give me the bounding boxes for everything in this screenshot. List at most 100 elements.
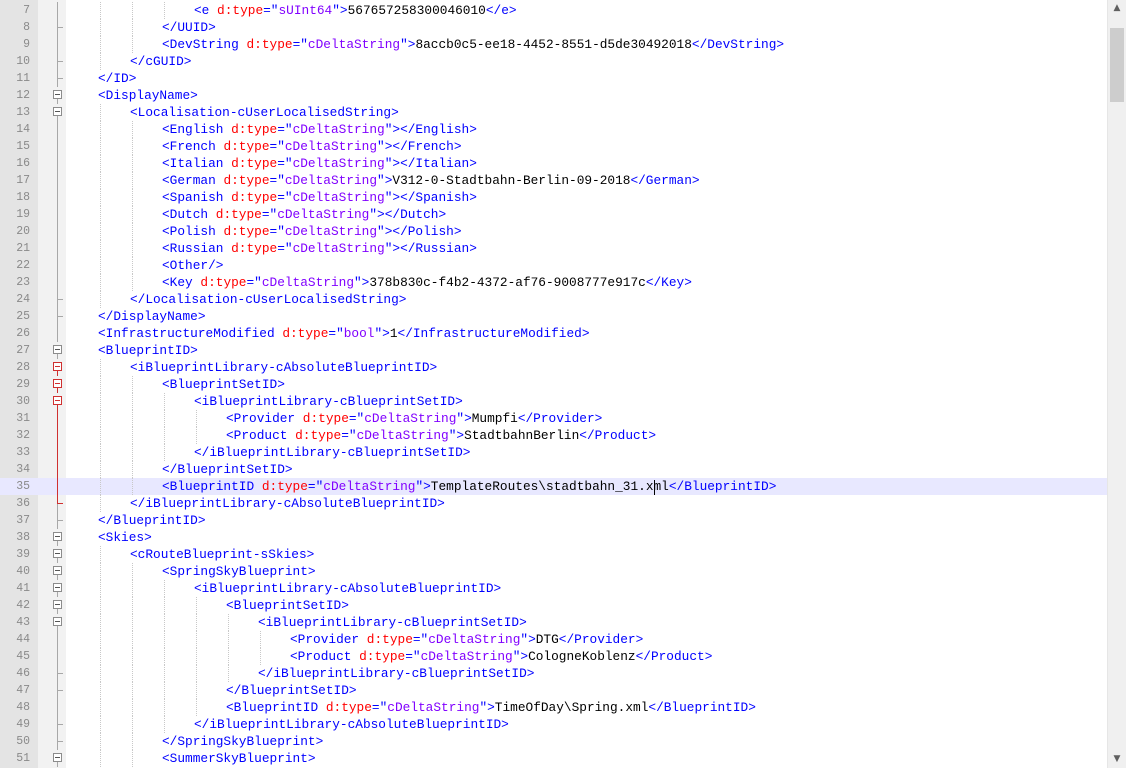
- code-line[interactable]: 47 </BlueprintSetID>: [0, 682, 1107, 699]
- code-line[interactable]: 13 <Localisation-cUserLocalisedString>: [0, 104, 1107, 121]
- code-text[interactable]: <BlueprintSetID>: [226, 597, 349, 614]
- code-text[interactable]: <cRouteBlueprint-sSkies>: [130, 546, 314, 563]
- code-text[interactable]: <iBlueprintLibrary-cAbsoluteBlueprintID>: [130, 359, 437, 376]
- code-line[interactable]: 25 </DisplayName>: [0, 308, 1107, 325]
- fold-toggle-icon[interactable]: [53, 617, 62, 626]
- fold-toggle-icon[interactable]: [53, 362, 62, 371]
- code-line[interactable]: 7 <e d:type="sUInt64">567657258300046010<…: [0, 2, 1107, 19]
- code-line[interactable]: 24 </Localisation-cUserLocalisedString>: [0, 291, 1107, 308]
- code-text[interactable]: <DevString d:type="cDeltaString">8accb0c…: [162, 36, 784, 53]
- code-text[interactable]: </BlueprintSetID>: [226, 682, 357, 699]
- code-line[interactable]: 14 <English d:type="cDeltaString"></Engli…: [0, 121, 1107, 138]
- fold-toggle-icon[interactable]: [53, 345, 62, 354]
- code-text[interactable]: </Localisation-cUserLocalisedString>: [130, 291, 406, 308]
- code-line[interactable]: 33 </iBlueprintLibrary-cBlueprintSetID>: [0, 444, 1107, 461]
- code-text[interactable]: <iBlueprintLibrary-cAbsoluteBlueprintID>: [194, 580, 501, 597]
- code-line[interactable]: 41 <iBlueprintLibrary-cAbsoluteBlueprintI…: [0, 580, 1107, 597]
- code-text[interactable]: <Other/>: [162, 257, 223, 274]
- code-line[interactable]: 8 </UUID>: [0, 19, 1107, 36]
- code-line[interactable]: 29 <BlueprintSetID>: [0, 376, 1107, 393]
- code-line[interactable]: 30 <iBlueprintLibrary-cBlueprintSetID>: [0, 393, 1107, 410]
- code-text[interactable]: <Dutch d:type="cDeltaString"></Dutch>: [162, 206, 446, 223]
- fold-toggle-icon[interactable]: [53, 583, 62, 592]
- fold-toggle-icon[interactable]: [53, 549, 62, 558]
- code-text[interactable]: <Provider d:type="cDeltaString">DTG</Pro…: [290, 631, 643, 648]
- fold-toggle-icon[interactable]: [53, 566, 62, 575]
- code-line[interactable]: 12 <DisplayName>: [0, 87, 1107, 104]
- code-text[interactable]: <Provider d:type="cDeltaString">Mumpfi</…: [226, 410, 602, 427]
- code-line[interactable]: 11 </ID>: [0, 70, 1107, 87]
- code-text[interactable]: <Localisation-cUserLocalisedString>: [130, 104, 399, 121]
- code-text[interactable]: <Russian d:type="cDeltaString"></Russian…: [162, 240, 477, 257]
- code-line[interactable]: 22 <Other/>: [0, 257, 1107, 274]
- code-line[interactable]: 36 </iBlueprintLibrary-cAbsoluteBlueprint…: [0, 495, 1107, 512]
- code-text[interactable]: </iBlueprintLibrary-cAbsoluteBlueprintID…: [194, 716, 509, 733]
- code-text[interactable]: <e d:type="sUInt64">567657258300046010</…: [194, 2, 517, 19]
- code-line[interactable]: 28 <iBlueprintLibrary-cAbsoluteBlueprintI…: [0, 359, 1107, 376]
- code-line[interactable]: 43 <iBlueprintLibrary-cBlueprintSetID>: [0, 614, 1107, 631]
- code-line[interactable]: 35 <BlueprintID d:type="cDeltaString">Tem…: [0, 478, 1107, 495]
- code-text[interactable]: <French d:type="cDeltaString"></French>: [162, 138, 462, 155]
- code-text[interactable]: </BlueprintSetID>: [162, 461, 293, 478]
- code-text[interactable]: </UUID>: [162, 19, 216, 36]
- fold-toggle-icon[interactable]: [53, 90, 62, 99]
- code-text[interactable]: </cGUID>: [130, 53, 191, 70]
- code-text[interactable]: <DisplayName>: [98, 87, 198, 104]
- chevron-up-icon[interactable]: ▲: [1108, 0, 1126, 17]
- code-text[interactable]: <BlueprintID d:type="cDeltaString">TimeO…: [226, 699, 756, 716]
- code-text[interactable]: </DisplayName>: [98, 308, 206, 325]
- code-text[interactable]: <BlueprintID d:type="cDeltaString">Templ…: [162, 478, 776, 495]
- code-text[interactable]: <BlueprintID>: [98, 342, 198, 359]
- code-text[interactable]: </iBlueprintLibrary-cBlueprintSetID>: [194, 444, 470, 461]
- code-line[interactable]: 48 <BlueprintID d:type="cDeltaString">Tim…: [0, 699, 1107, 716]
- code-text[interactable]: </SpringSkyBlueprint>: [162, 733, 323, 750]
- code-text[interactable]: <Spanish d:type="cDeltaString"></Spanish…: [162, 189, 477, 206]
- fold-toggle-icon[interactable]: [53, 107, 62, 116]
- code-line[interactable]: 10 </cGUID>: [0, 53, 1107, 70]
- code-line[interactable]: 15 <French d:type="cDeltaString"></French…: [0, 138, 1107, 155]
- code-line[interactable]: 31 <Provider d:type="cDeltaString">Mumpfi…: [0, 410, 1107, 427]
- code-line[interactable]: 42 <BlueprintSetID>: [0, 597, 1107, 614]
- code-text[interactable]: <Polish d:type="cDeltaString"></Polish>: [162, 223, 462, 240]
- code-line[interactable]: 49 </iBlueprintLibrary-cAbsoluteBlueprint…: [0, 716, 1107, 733]
- fold-toggle-icon[interactable]: [53, 532, 62, 541]
- fold-toggle-icon[interactable]: [53, 379, 62, 388]
- code-line[interactable]: 18 <Spanish d:type="cDeltaString"></Spani…: [0, 189, 1107, 206]
- code-line[interactable]: 20 <Polish d:type="cDeltaString"></Polish…: [0, 223, 1107, 240]
- code-text[interactable]: </ID>: [98, 70, 136, 87]
- code-line[interactable]: 50 </SpringSkyBlueprint>: [0, 733, 1107, 750]
- code-line[interactable]: 51 <SummerSkyBlueprint>: [0, 750, 1107, 767]
- code-text[interactable]: <Skies>: [98, 529, 152, 546]
- code-text[interactable]: <BlueprintSetID>: [162, 376, 285, 393]
- code-text[interactable]: <iBlueprintLibrary-cBlueprintSetID>: [258, 614, 527, 631]
- code-line[interactable]: 39 <cRouteBlueprint-sSkies>: [0, 546, 1107, 563]
- code-line[interactable]: 21 <Russian d:type="cDeltaString"></Russi…: [0, 240, 1107, 257]
- code-line[interactable]: 34 </BlueprintSetID>: [0, 461, 1107, 478]
- code-line[interactable]: 37 </BlueprintID>: [0, 512, 1107, 529]
- code-text[interactable]: <SummerSkyBlueprint>: [162, 750, 316, 767]
- code-line[interactable]: 19 <Dutch d:type="cDeltaString"></Dutch>: [0, 206, 1107, 223]
- code-text[interactable]: </BlueprintID>: [98, 512, 206, 529]
- code-text[interactable]: <Product d:type="cDeltaString">Stadtbahn…: [226, 427, 656, 444]
- code-text[interactable]: <SpringSkyBlueprint>: [162, 563, 316, 580]
- code-text[interactable]: <German d:type="cDeltaString">V312-0-Sta…: [162, 172, 700, 189]
- chevron-down-icon[interactable]: ▼: [1108, 751, 1126, 768]
- code-text[interactable]: </iBlueprintLibrary-cAbsoluteBlueprintID…: [130, 495, 445, 512]
- code-line[interactable]: 23 <Key d:type="cDeltaString">378b830c-f4…: [0, 274, 1107, 291]
- text-editor[interactable]: 7 <e d:type="sUInt64">567657258300046010<…: [0, 0, 1107, 768]
- fold-toggle-icon[interactable]: [53, 396, 62, 405]
- code-line[interactable]: 38 <Skies>: [0, 529, 1107, 546]
- code-line[interactable]: 40 <SpringSkyBlueprint>: [0, 563, 1107, 580]
- code-text[interactable]: <InfrastructureModified d:type="bool">1<…: [98, 325, 590, 342]
- code-line[interactable]: 45 <Product d:type="cDeltaString">Cologne…: [0, 648, 1107, 665]
- code-text[interactable]: <Key d:type="cDeltaString">378b830c-f4b2…: [162, 274, 692, 291]
- fold-toggle-icon[interactable]: [53, 753, 62, 762]
- code-line[interactable]: 44 <Provider d:type="cDeltaString">DTG</P…: [0, 631, 1107, 648]
- code-line[interactable]: 27 <BlueprintID>: [0, 342, 1107, 359]
- code-text[interactable]: <Product d:type="cDeltaString">CologneKo…: [290, 648, 712, 665]
- fold-toggle-icon[interactable]: [53, 600, 62, 609]
- code-line[interactable]: 9 <DevString d:type="cDeltaString">8accb0…: [0, 36, 1107, 53]
- code-line[interactable]: 32 <Product d:type="cDeltaString">Stadtba…: [0, 427, 1107, 444]
- vertical-scrollbar[interactable]: ▲ ▼: [1107, 0, 1126, 768]
- code-text[interactable]: <English d:type="cDeltaString"></English…: [162, 121, 477, 138]
